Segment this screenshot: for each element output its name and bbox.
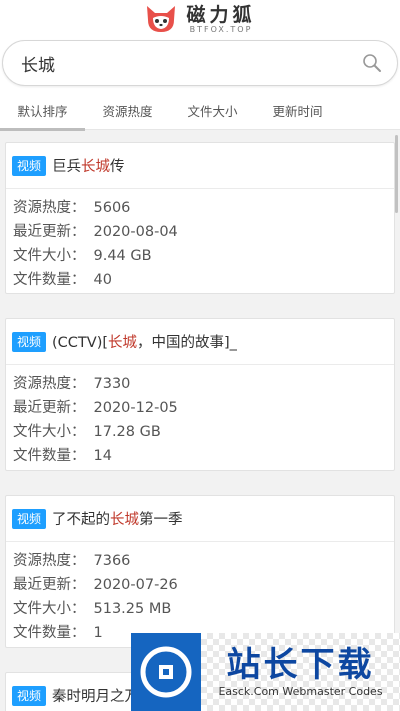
count-row: 文件数量： 40 <box>13 272 112 288</box>
heat-row: 资源热度： 7366 <box>13 553 131 569</box>
updated-row: 最近更新： 2020-07-26 <box>13 577 178 593</box>
header: 磁力狐 BTFOX.TOP <box>0 0 400 38</box>
watermark-title: 站长下载 <box>226 645 375 685</box>
scrollbar[interactable] <box>395 135 398 213</box>
result-header: 视频 巨兵长城传 <box>6 143 394 189</box>
logo-title: 磁力狐 <box>186 3 256 26</box>
size-row: 文件大小： 513.25 MB <box>13 601 172 617</box>
search-icon[interactable] <box>361 52 383 74</box>
tab-default-sort[interactable]: 默认排序 <box>0 90 85 131</box>
result-details: 资源热度： 7330 最近更新： 2020-12-05 文件大小： 17.28 GB … <box>6 365 394 468</box>
heat-row: 资源热度： 5606 <box>13 200 131 216</box>
video-badge: 视频 <box>12 331 47 352</box>
result-header: 视频 了不起的长城第一季 <box>6 496 394 542</box>
logo-subtitle: BTFOX.TOP <box>189 24 253 34</box>
updated-row: 最近更新： 2020-08-04 <box>13 224 178 240</box>
result-details: 资源热度： 5606 最近更新： 2020-08-04 文件大小： 9.44 GB 文… <box>6 189 394 292</box>
size-row: 文件大小： 9.44 GB <box>13 248 152 264</box>
watermark-logo-icon <box>131 633 201 711</box>
video-badge: 视频 <box>12 685 47 706</box>
sort-tabs: 默认排序 资源热度 文件大小 更新时间 <box>0 90 400 131</box>
search-bar <box>0 38 400 90</box>
video-badge: 视频 <box>12 508 47 529</box>
watermark-subtitle: Easck.Com Webmaster Codes <box>218 685 383 698</box>
result-title[interactable]: 巨兵长城传 <box>52 155 125 176</box>
watermark: 站长下载 Easck.Com Webmaster Codes <box>131 633 400 711</box>
tab-file-size[interactable]: 文件大小 <box>170 90 255 130</box>
result-title[interactable]: (CCTV)[长城，中国的故事]_ <box>52 331 237 352</box>
watermark-text: 站长下载 Easck.Com Webmaster Codes <box>201 633 400 711</box>
video-badge: 视频 <box>12 155 47 176</box>
result-title[interactable]: 秦时明月之万 <box>52 685 139 706</box>
count-row: 文件数量： 14 <box>13 448 112 464</box>
search-box[interactable] <box>2 40 398 86</box>
result-card[interactable]: 视频 了不起的长城第一季 资源热度： 7366 最近更新： 2020-07-26 文… <box>5 495 395 648</box>
search-input[interactable] <box>21 53 361 73</box>
result-card[interactable]: 视频 (CCTV)[长城，中国的故事]_ 资源热度： 7330 最近更新： 2020… <box>5 318 395 471</box>
tab-resource-heat[interactable]: 资源热度 <box>85 90 170 130</box>
result-title[interactable]: 了不起的长城第一季 <box>52 508 183 529</box>
logo[interactable]: 磁力狐 BTFOX.TOP <box>144 4 255 34</box>
size-row: 文件大小： 17.28 GB <box>13 424 161 440</box>
result-details: 资源热度： 7366 最近更新： 2020-07-26 文件大小： 513.25 MB… <box>6 542 394 645</box>
logo-text: 磁力狐 BTFOX.TOP <box>186 5 255 34</box>
updated-row: 最近更新： 2020-12-05 <box>13 400 178 416</box>
heat-row: 资源热度： 7330 <box>13 376 131 392</box>
result-header: 视频 (CCTV)[长城，中国的故事]_ <box>6 319 394 365</box>
tab-update-time[interactable]: 更新时间 <box>255 90 340 130</box>
fox-logo-icon <box>144 4 178 34</box>
result-card[interactable]: 视频 巨兵长城传 资源热度： 5606 最近更新： 2020-08-04 文件大小：… <box>5 142 395 294</box>
